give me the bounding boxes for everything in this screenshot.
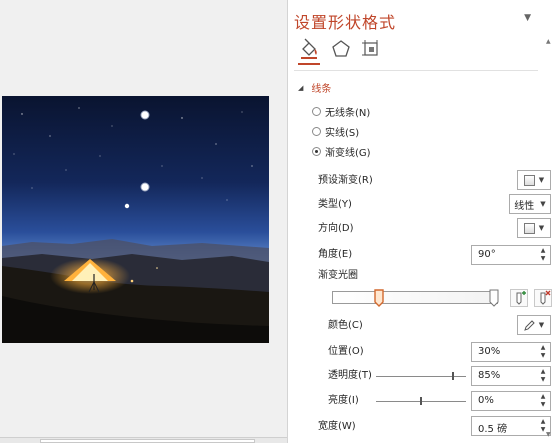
pane-divider	[294, 70, 538, 71]
brightness-spinner[interactable]: 0% ▲ ▼	[471, 391, 551, 411]
type-label: 类型(Y)	[318, 199, 352, 210]
radio-circle[interactable]	[312, 106, 321, 116]
angle-label: 角度(E)	[318, 249, 353, 260]
size-properties-icon[interactable]	[360, 38, 382, 60]
pentagon-icon[interactable]	[330, 38, 352, 60]
transparency-slider-thumb[interactable]	[451, 372, 454, 380]
angle-value[interactable]: 90°	[478, 249, 496, 260]
angle-spinner[interactable]: 90° ▲ ▼	[471, 245, 551, 265]
color-label: 颜色(C)	[328, 320, 363, 331]
position-label: 位置(O)	[328, 346, 364, 357]
slide-canvas	[0, 0, 287, 443]
position-spinner[interactable]: 30% ▲ ▼	[471, 342, 551, 362]
direction-swatch	[523, 222, 535, 234]
active-tab-indicator	[298, 63, 320, 65]
radio-label: 渐变线(G)	[325, 147, 371, 159]
gradient-stop[interactable]	[489, 289, 499, 307]
format-shape-pane: 设置形状格式 ▼ ◢ 线条 无线条(N) 实线(S) 渐变线(G) 预设渐变(R…	[287, 0, 555, 443]
transparency-value[interactable]: 85%	[478, 370, 500, 381]
radio-no-line[interactable]: 无线条(N)	[312, 104, 371, 119]
chevron-down-icon: ▼	[538, 321, 545, 329]
pane-options-icon[interactable]: ▼	[524, 13, 531, 23]
scroll-down-icon[interactable]: ▼	[546, 431, 551, 438]
gradient-stops-label: 渐变光圈	[318, 270, 358, 281]
vertical-scrollbar[interactable]: ▲ ▼	[545, 38, 555, 438]
type-value: 线性	[514, 200, 535, 212]
direction-label: 方向(D)	[318, 223, 354, 234]
scroll-up-icon[interactable]: ▲	[546, 38, 551, 45]
radio-label: 无线条(N)	[325, 107, 371, 119]
transparency-label: 透明度(T)	[328, 370, 372, 381]
preset-gradient-label: 预设渐变(R)	[318, 175, 373, 186]
section-header-line[interactable]: ◢ 线条	[298, 80, 332, 96]
add-stop-icon	[516, 291, 526, 305]
line-start-handle[interactable]	[140, 110, 150, 120]
brightness-slider-thumb[interactable]	[420, 397, 422, 405]
chevron-down-icon: ▼	[538, 224, 545, 232]
width-spinner[interactable]: 0.5 磅 ▲ ▼	[471, 416, 551, 436]
radio-circle[interactable]	[312, 126, 321, 136]
position-value[interactable]: 30%	[478, 346, 500, 357]
pane-title: 设置形状格式	[294, 13, 397, 32]
radio-gradient-line[interactable]: 渐变线(G)	[312, 144, 371, 159]
pen-color-icon	[524, 319, 535, 331]
gradient-stop-selected[interactable]	[374, 289, 384, 307]
gradient-stops-bar[interactable]	[332, 291, 498, 304]
horizontal-scrollbar[interactable]	[0, 437, 287, 443]
radio-label: 实线(S)	[325, 127, 360, 139]
brightness-value[interactable]: 0%	[478, 395, 494, 406]
width-value[interactable]: 0.5 磅	[478, 420, 507, 435]
night-sky-picture	[2, 96, 269, 343]
collapse-triangle-icon[interactable]: ◢	[298, 84, 303, 92]
transparency-spinner[interactable]: 85% ▲ ▼	[471, 366, 551, 386]
add-gradient-stop-button[interactable]	[510, 289, 528, 307]
width-label: 宽度(W)	[318, 421, 356, 432]
radio-solid-line[interactable]: 实线(S)	[312, 124, 360, 139]
brightness-label: 亮度(I)	[328, 395, 359, 406]
scrollbar-thumb[interactable]	[40, 439, 255, 443]
paint-bucket-icon[interactable]	[298, 38, 320, 60]
line-end-handle[interactable]	[140, 182, 150, 192]
section-title: 线条	[311, 84, 332, 95]
gradient-swatch	[523, 174, 535, 186]
chevron-down-icon: ▼	[538, 176, 545, 184]
slide-night-sky-image[interactable]	[2, 96, 269, 343]
radio-circle-selected[interactable]	[312, 146, 321, 156]
